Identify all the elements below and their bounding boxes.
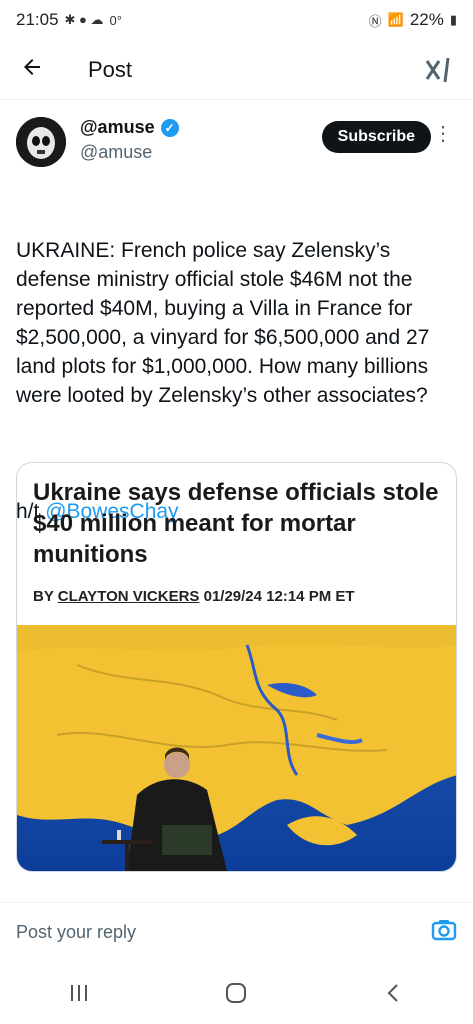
recent-apps-icon[interactable]	[59, 973, 99, 1013]
system-nav-bar	[0, 962, 473, 1024]
link-card[interactable]: Ukraine says defense officials stole $40…	[16, 462, 457, 872]
more-icon[interactable]: ⋮	[433, 124, 453, 144]
verified-icon: ✓	[160, 118, 179, 137]
byline-author: CLAYTON VICKERS	[57, 588, 200, 605]
back-arrow-icon[interactable]	[20, 55, 60, 84]
status-left: 21:05 ✱ ● ☁ 0°	[16, 10, 122, 30]
byline-prefix: BY	[33, 588, 58, 605]
camera-icon[interactable]	[431, 917, 457, 948]
top-app-bar: Post	[0, 40, 473, 100]
subscribe-button[interactable]: Subscribe	[321, 121, 431, 153]
status-time: 21:05	[16, 10, 59, 29]
home-icon[interactable]	[216, 973, 256, 1013]
status-right: Ⓝ 📶 22% ▮	[369, 10, 457, 30]
battery-icon: ▮	[449, 12, 457, 27]
nfc-icon: Ⓝ	[368, 13, 382, 29]
author-name[interactable]: @amuse	[80, 117, 155, 138]
avatar[interactable]	[16, 117, 66, 167]
card-headline: Ukraine says defense officials stole $40…	[33, 479, 439, 568]
status-bar: 21:05 ✱ ● ☁ 0° Ⓝ 📶 22% ▮	[0, 0, 473, 40]
post-text: UKRAINE: French police say Zelensky’s de…	[16, 239, 436, 407]
back-nav-icon[interactable]	[374, 973, 414, 1013]
card-image	[17, 625, 456, 871]
card-byline: BY CLAYTON VICKERS 01/29/24 12:14 PM ET	[33, 588, 440, 605]
grok-icon[interactable]	[423, 55, 453, 85]
reply-bar: Post your reply	[0, 902, 473, 962]
status-temp: 0°	[109, 12, 122, 28]
wifi-signal-icon: 📶	[387, 12, 404, 27]
notification-icons: ✱ ● ☁	[64, 12, 104, 27]
battery-percent: 22%	[409, 10, 444, 29]
page-title: Post	[88, 56, 133, 82]
reply-input[interactable]: Post your reply	[16, 922, 136, 943]
byline-date: 01/29/24 12:14 PM ET	[199, 588, 355, 605]
